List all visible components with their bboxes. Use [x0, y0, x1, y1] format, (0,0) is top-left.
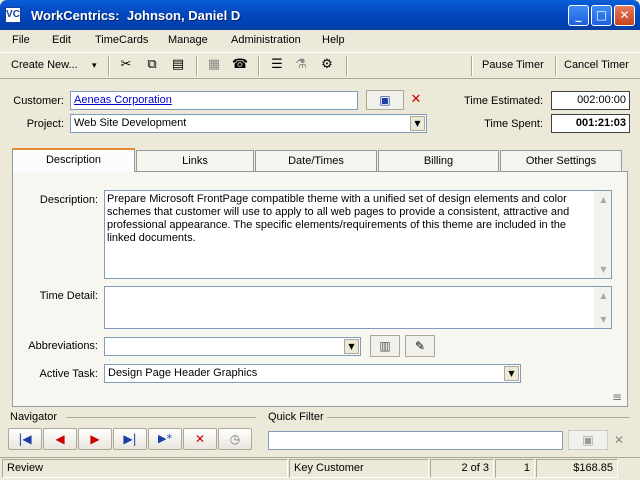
quick-filter-input[interactable]: [268, 431, 563, 450]
chevron-down-icon[interactable]: ▼: [344, 339, 359, 354]
close-button[interactable]: ✕: [614, 5, 635, 26]
options-icon[interactable]: ⚙: [318, 57, 336, 73]
project-combo[interactable]: Web Site Development ▼: [70, 114, 427, 133]
minimize-button[interactable]: _: [568, 5, 589, 26]
active-task-label: Active Task:: [39, 368, 99, 380]
menu-help[interactable]: Help: [322, 34, 345, 46]
create-new-dropdown-icon[interactable]: ▾: [92, 60, 97, 71]
toolbar-separator: [555, 56, 557, 76]
tab-billing[interactable]: Billing: [378, 150, 499, 171]
toolbar-separator: [471, 56, 473, 76]
active-task-value: Design Page Header Graphics: [108, 367, 258, 379]
delete-record-button[interactable]: ✕: [183, 428, 217, 450]
status-filter-name: Key Customer: [289, 459, 429, 478]
abbreviations-combo[interactable]: ▼: [104, 337, 361, 356]
abbreviations-label: Abbreviations:: [28, 340, 98, 352]
time-estimated-label: Time Estimated:: [463, 95, 543, 107]
note-icon[interactable]: ▦: [205, 57, 223, 73]
clear-customer-icon[interactable]: ✕: [405, 90, 427, 110]
project-label: Project:: [26, 118, 64, 130]
history-icon[interactable]: ◷: [218, 428, 252, 450]
previous-record-button[interactable]: ◀: [43, 428, 77, 450]
description-scrollbar[interactable]: ▲ ▼: [594, 191, 611, 278]
toolbar-separator: [346, 56, 348, 76]
customer-card-icon[interactable]: ▣: [366, 90, 404, 110]
create-new-button[interactable]: Create New...: [11, 59, 78, 71]
app-icon[interactable]: VC: [5, 7, 21, 23]
toolbar-separator: [258, 56, 260, 76]
time-estimated-field[interactable]: 002:00:00: [551, 91, 630, 110]
copy-icon[interactable]: ⧉: [143, 57, 161, 73]
menu-administration[interactable]: Administration: [231, 34, 301, 46]
navigator-label: Navigator: [10, 411, 58, 423]
chevron-down-icon[interactable]: ▼: [504, 366, 519, 381]
list-icon[interactable]: ☰: [268, 57, 286, 73]
time-detail-label: Time Detail:: [39, 290, 98, 302]
cancel-timer-button[interactable]: Cancel Timer: [564, 59, 629, 71]
filter-card-icon[interactable]: ▣: [568, 430, 608, 450]
tab-date-times[interactable]: Date/Times: [255, 150, 377, 171]
chevron-down-icon[interactable]: ▼: [410, 116, 425, 131]
toolbar-separator: [108, 56, 110, 76]
last-record-button[interactable]: ▶|: [113, 428, 147, 450]
insert-abbreviation-icon[interactable]: ▥: [370, 335, 400, 357]
tab-description[interactable]: Description: [12, 148, 135, 172]
flask-icon[interactable]: ⚗: [292, 57, 310, 73]
time-detail-textarea[interactable]: ▲ ▼: [104, 286, 612, 329]
clear-filter-icon[interactable]: ✕: [610, 430, 628, 450]
menu-timecards[interactable]: TimeCards: [95, 34, 148, 46]
active-task-combo[interactable]: Design Page Header Graphics ▼: [104, 364, 521, 383]
quick-filter-divider: [327, 417, 630, 418]
first-record-button[interactable]: |◀: [8, 428, 42, 450]
scroll-down-icon[interactable]: ▼: [596, 312, 611, 327]
phone-icon[interactable]: ☎: [231, 57, 249, 73]
window-title: WorkCentrics: Johnson, Daniel D: [31, 8, 241, 23]
status-mode: Review: [2, 459, 288, 478]
toolbar-separator: [196, 56, 198, 76]
customer-label: Customer:: [13, 95, 64, 107]
new-record-button[interactable]: ▶*: [148, 428, 182, 450]
grip-icon[interactable]: ≡: [612, 390, 626, 404]
paste-icon[interactable]: ▤: [169, 57, 187, 73]
cut-icon[interactable]: ✂: [117, 57, 135, 73]
status-amount: $168.85: [536, 459, 618, 478]
scroll-down-icon[interactable]: ▼: [596, 262, 611, 277]
tab-links[interactable]: Links: [136, 150, 254, 171]
description-label: Description:: [39, 194, 98, 206]
time-spent-label: Time Spent:: [484, 118, 543, 130]
menu-file[interactable]: File: [12, 34, 30, 46]
description-text: Prepare Microsoft FrontPage compatible t…: [107, 193, 570, 244]
maximize-button[interactable]: □: [591, 5, 612, 26]
menu-edit[interactable]: Edit: [52, 34, 71, 46]
next-record-button[interactable]: ▶: [78, 428, 112, 450]
tab-other-settings[interactable]: Other Settings: [500, 150, 622, 171]
quick-filter-label: Quick Filter: [268, 411, 324, 423]
scroll-up-icon[interactable]: ▲: [596, 288, 611, 303]
time-detail-scrollbar[interactable]: ▲ ▼: [594, 287, 611, 328]
scroll-up-icon[interactable]: ▲: [596, 192, 611, 207]
edit-abbreviations-icon[interactable]: ✎: [405, 335, 435, 357]
pause-timer-button[interactable]: Pause Timer: [482, 59, 544, 71]
navigator-divider: [66, 417, 256, 418]
status-record-position: 2 of 3: [430, 459, 494, 478]
time-spent-value: 001:21:03: [551, 114, 630, 133]
customer-link[interactable]: Aeneas Corporation: [70, 91, 358, 110]
project-value: Web Site Development: [74, 117, 187, 129]
menu-manage[interactable]: Manage: [168, 34, 208, 46]
status-count: 1: [495, 459, 535, 478]
description-textarea[interactable]: Prepare Microsoft FrontPage compatible t…: [104, 190, 612, 279]
